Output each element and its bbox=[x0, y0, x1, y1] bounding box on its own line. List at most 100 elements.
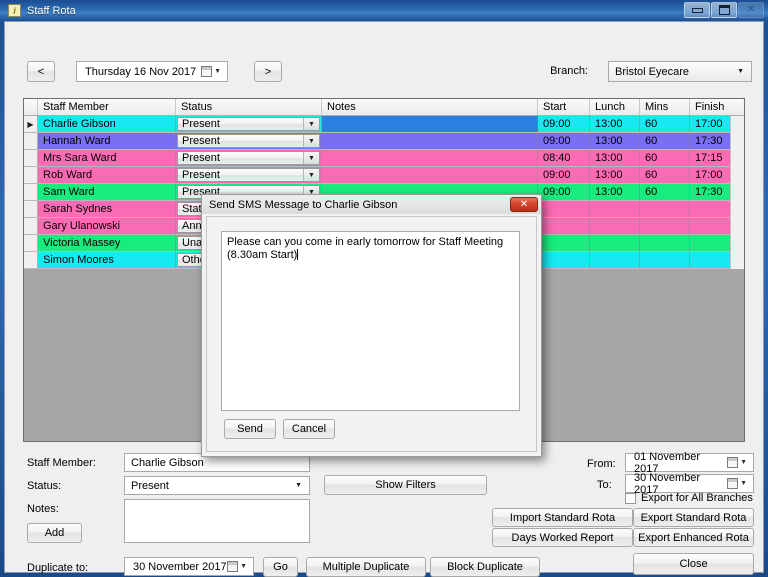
cell-mins[interactable]: 60 bbox=[640, 150, 690, 166]
cell-staff-member[interactable]: Victoria Massey bbox=[38, 235, 176, 251]
grid-header-staff-member[interactable]: Staff Member bbox=[38, 99, 176, 115]
row-selector[interactable] bbox=[24, 133, 38, 149]
cell-mins[interactable] bbox=[640, 201, 690, 217]
branch-select[interactable]: Bristol Eyecare ▼ bbox=[608, 61, 752, 82]
to-label: To: bbox=[597, 479, 612, 491]
status-dropdown[interactable]: Present ▼ bbox=[177, 117, 320, 131]
days-worked-report-button[interactable]: Days Worked Report bbox=[492, 528, 633, 547]
send-button[interactable]: Send bbox=[224, 419, 276, 439]
add-button[interactable]: Add bbox=[27, 523, 82, 543]
go-button[interactable]: Go bbox=[263, 557, 298, 577]
cell-lunch[interactable] bbox=[590, 235, 640, 251]
grid-header-status[interactable]: Status bbox=[176, 99, 322, 115]
import-standard-rota-button[interactable]: Import Standard Rota bbox=[492, 508, 633, 527]
date-picker[interactable]: Thursday 16 Nov 2017 ▼ bbox=[76, 61, 228, 82]
cell-start[interactable]: 09:00 bbox=[538, 184, 590, 200]
cell-start[interactable] bbox=[538, 218, 590, 234]
cell-start[interactable]: 09:00 bbox=[538, 116, 590, 132]
cell-mins[interactable]: 60 bbox=[640, 167, 690, 183]
cell-mins[interactable] bbox=[640, 235, 690, 251]
cell-lunch[interactable]: 13:00 bbox=[590, 167, 640, 183]
cell-start[interactable]: 08:40 bbox=[538, 150, 590, 166]
cell-start[interactable] bbox=[538, 252, 590, 268]
close-button[interactable]: ✕ bbox=[738, 2, 764, 18]
cell-status[interactable]: Present ▼ bbox=[176, 150, 322, 166]
to-date-picker[interactable]: 30 November 2017 ▼ bbox=[625, 472, 754, 496]
close-button-main[interactable]: Close bbox=[633, 553, 754, 575]
minimize-button[interactable] bbox=[684, 2, 710, 18]
sms-message-textarea[interactable]: Please can you come in early tomorrow fo… bbox=[221, 231, 520, 411]
status-dropdown[interactable]: Present ▼ bbox=[177, 168, 320, 182]
cell-notes[interactable] bbox=[322, 116, 538, 132]
cell-mins[interactable]: 60 bbox=[640, 133, 690, 149]
notes-textarea[interactable] bbox=[124, 499, 310, 543]
table-row[interactable]: Hannah Ward Present ▼ 09:00 13:00 60 17:30 bbox=[24, 133, 744, 150]
cell-notes[interactable] bbox=[322, 167, 538, 183]
table-row[interactable]: Mrs Sara Ward Present ▼ 08:40 13:00 60 17:15 bbox=[24, 150, 744, 167]
row-selector[interactable]: ▶ bbox=[24, 116, 38, 132]
multiple-duplicate-button[interactable]: Multiple Duplicate bbox=[306, 557, 426, 577]
row-selector[interactable] bbox=[24, 201, 38, 217]
table-row[interactable]: Rob Ward Present ▼ 09:00 13:00 60 17:00 bbox=[24, 167, 744, 184]
cell-staff-member[interactable]: Gary Ulanowski bbox=[38, 218, 176, 234]
cell-status[interactable]: Present ▼ bbox=[176, 116, 322, 132]
cell-staff-member[interactable]: Charlie Gibson bbox=[38, 116, 176, 132]
cell-staff-member[interactable]: Sam Ward bbox=[38, 184, 176, 200]
duplicate-to-date-picker[interactable]: 30 November 2017 ▼ bbox=[124, 557, 254, 576]
cell-status[interactable]: Present ▼ bbox=[176, 167, 322, 183]
cell-notes[interactable] bbox=[322, 150, 538, 166]
block-duplicate-button[interactable]: Block Duplicate bbox=[430, 557, 540, 577]
previous-day-button[interactable]: < bbox=[27, 61, 55, 82]
cell-lunch[interactable]: 13:00 bbox=[590, 150, 640, 166]
export-enhanced-rota-button[interactable]: Export Enhanced Rota bbox=[633, 528, 754, 547]
cell-lunch[interactable] bbox=[590, 218, 640, 234]
duplicate-to-value: 30 November 2017 bbox=[133, 560, 227, 573]
show-filters-button[interactable]: Show Filters bbox=[324, 475, 487, 495]
cell-start[interactable] bbox=[538, 235, 590, 251]
row-selector[interactable] bbox=[24, 184, 38, 200]
cell-status[interactable]: Present ▼ bbox=[176, 133, 322, 149]
cell-start[interactable] bbox=[538, 201, 590, 217]
status-select[interactable]: Present ▼ bbox=[124, 476, 310, 495]
grid-header-finish[interactable]: Finish bbox=[690, 99, 743, 115]
table-row[interactable]: ▶ Charlie Gibson Present ▼ 09:00 13:00 60 17:00 bbox=[24, 116, 744, 133]
from-date-picker[interactable]: 01 November 2017 ▼ bbox=[625, 451, 754, 475]
row-selector[interactable] bbox=[24, 150, 38, 166]
export-all-branches-checkbox[interactable]: Export for All Branches bbox=[625, 492, 753, 504]
grid-header-mins[interactable]: Mins bbox=[640, 99, 690, 115]
row-selector[interactable] bbox=[24, 218, 38, 234]
cell-mins[interactable]: 60 bbox=[640, 116, 690, 132]
row-selector[interactable] bbox=[24, 167, 38, 183]
cell-lunch[interactable] bbox=[590, 252, 640, 268]
grid-header-start[interactable]: Start bbox=[538, 99, 590, 115]
cell-staff-member[interactable]: Simon Moores bbox=[38, 252, 176, 268]
cell-start[interactable]: 09:00 bbox=[538, 167, 590, 183]
cell-mins[interactable] bbox=[640, 218, 690, 234]
next-day-button[interactable]: > bbox=[254, 61, 282, 82]
cell-lunch[interactable] bbox=[590, 201, 640, 217]
dialog-close-button[interactable]: ✕ bbox=[510, 197, 538, 212]
status-dropdown[interactable]: Present ▼ bbox=[177, 151, 320, 165]
export-standard-rota-button[interactable]: Export Standard Rota bbox=[633, 508, 754, 527]
cancel-button[interactable]: Cancel bbox=[283, 419, 335, 439]
maximize-button[interactable] bbox=[711, 2, 737, 18]
dialog-body: Please can you come in early tomorrow fo… bbox=[206, 216, 537, 452]
cell-lunch[interactable]: 13:00 bbox=[590, 133, 640, 149]
row-selector[interactable] bbox=[24, 252, 38, 268]
grid-header-notes[interactable]: Notes bbox=[322, 99, 538, 115]
cell-start[interactable]: 09:00 bbox=[538, 133, 590, 149]
chevron-down-icon: ▼ bbox=[303, 152, 319, 164]
grid-header-lunch[interactable]: Lunch bbox=[590, 99, 640, 115]
cell-staff-member[interactable]: Hannah Ward bbox=[38, 133, 176, 149]
status-dropdown[interactable]: Present ▼ bbox=[177, 134, 320, 148]
row-selector[interactable] bbox=[24, 235, 38, 251]
cell-notes[interactable] bbox=[322, 133, 538, 149]
cell-lunch[interactable]: 13:00 bbox=[590, 116, 640, 132]
cell-mins[interactable]: 60 bbox=[640, 184, 690, 200]
cell-staff-member[interactable]: Mrs Sara Ward bbox=[38, 150, 176, 166]
cell-lunch[interactable]: 13:00 bbox=[590, 184, 640, 200]
row-selected-icon: ▶ bbox=[27, 119, 34, 129]
cell-mins[interactable] bbox=[640, 252, 690, 268]
cell-staff-member[interactable]: Rob Ward bbox=[38, 167, 176, 183]
cell-staff-member[interactable]: Sarah Sydnes bbox=[38, 201, 176, 217]
